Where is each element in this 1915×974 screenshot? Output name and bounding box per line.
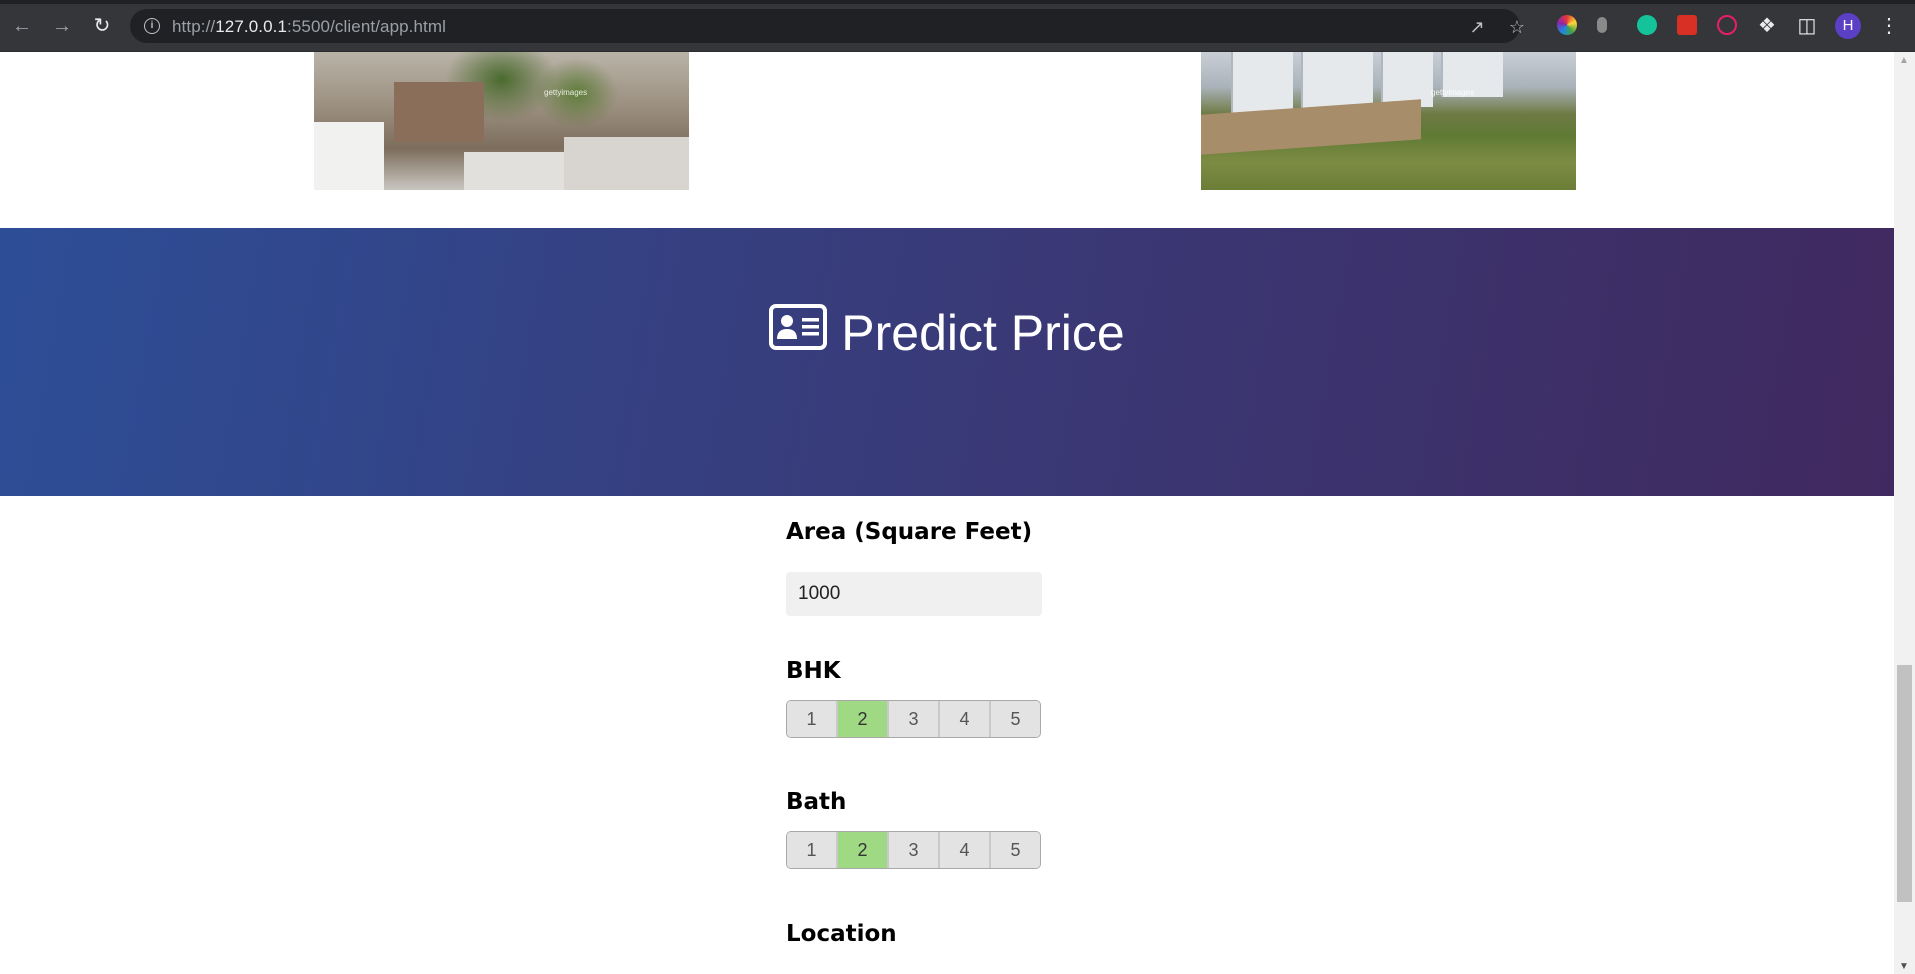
scrollbar-thumb[interactable]: [1897, 665, 1912, 902]
page-content: gettyimages gettyimages Predict Price Ar: [0, 52, 1894, 974]
photo-detail: [464, 152, 574, 190]
extension-icon[interactable]: [1597, 17, 1607, 33]
house-photo-left: gettyimages: [314, 52, 689, 190]
back-arrow-icon[interactable]: ←: [10, 14, 34, 38]
info-icon[interactable]: i: [144, 18, 160, 34]
bookmark-extension-icon[interactable]: [1677, 15, 1697, 35]
area-label: Area (Square Feet): [786, 519, 1033, 545]
star-icon[interactable]: ☆: [1507, 17, 1527, 37]
record-extension-icon[interactable]: [1717, 15, 1737, 35]
bath-label: Bath: [786, 789, 847, 815]
location-label: Location: [786, 921, 897, 947]
photo-detail: [1381, 52, 1433, 107]
watermark: gettyimages: [1431, 88, 1475, 97]
color-extension-icon[interactable]: [1557, 15, 1577, 35]
bath-selector: 1 2 3 4 5: [786, 831, 1041, 869]
area-input[interactable]: [786, 572, 1042, 616]
address-bar[interactable]: i http://127.0.0.1:5500/client/app.html …: [130, 9, 1525, 43]
apartment-photo-right: gettyimages: [1201, 52, 1576, 190]
page-scrollbar[interactable]: ▲ ▼: [1894, 52, 1915, 974]
reload-icon[interactable]: ↻: [90, 14, 114, 38]
banner-heading: Predict Price: [0, 303, 1894, 367]
bhk-selector: 1 2 3 4 5: [786, 700, 1041, 738]
browser-toolbar: ← → ↻ i http://127.0.0.1:5500/client/app…: [0, 0, 1915, 52]
watermark: gettyimages: [544, 88, 588, 97]
puzzle-icon[interactable]: ❖: [1755, 14, 1779, 38]
id-card-icon: [769, 303, 828, 363]
bhk-option-2[interactable]: 2: [838, 701, 889, 737]
bhk-option-5[interactable]: 5: [991, 701, 1040, 737]
avatar[interactable]: H: [1835, 13, 1861, 39]
bath-option-1[interactable]: 1: [787, 832, 838, 868]
bhk-option-3[interactable]: 3: [889, 701, 940, 737]
bhk-label: BHK: [786, 658, 841, 684]
page-title: Predict Price: [841, 305, 1125, 361]
scroll-down-arrow-icon[interactable]: ▼: [1899, 961, 1909, 972]
forward-arrow-icon[interactable]: →: [50, 14, 74, 38]
bath-option-4[interactable]: 4: [940, 832, 991, 868]
sidebar-icon[interactable]: ◫: [1795, 14, 1819, 38]
url-text[interactable]: http://127.0.0.1:5500/client/app.html: [172, 17, 446, 37]
share-icon[interactable]: ↗: [1467, 17, 1487, 37]
photo-detail: [564, 137, 689, 190]
photo-detail: [394, 82, 484, 142]
kebab-menu-icon[interactable]: ⋮: [1879, 13, 1899, 39]
bath-option-2[interactable]: 2: [838, 832, 889, 868]
bhk-option-1[interactable]: 1: [787, 701, 838, 737]
photo-detail: [314, 122, 384, 190]
bhk-option-4[interactable]: 4: [940, 701, 991, 737]
tab-strip: [0, 0, 1915, 4]
grammarly-icon[interactable]: [1637, 15, 1657, 35]
predict-price-banner: Predict Price: [0, 228, 1894, 496]
bath-option-5[interactable]: 5: [991, 832, 1040, 868]
scroll-up-arrow-icon[interactable]: ▲: [1899, 55, 1909, 66]
bath-option-3[interactable]: 3: [889, 832, 940, 868]
